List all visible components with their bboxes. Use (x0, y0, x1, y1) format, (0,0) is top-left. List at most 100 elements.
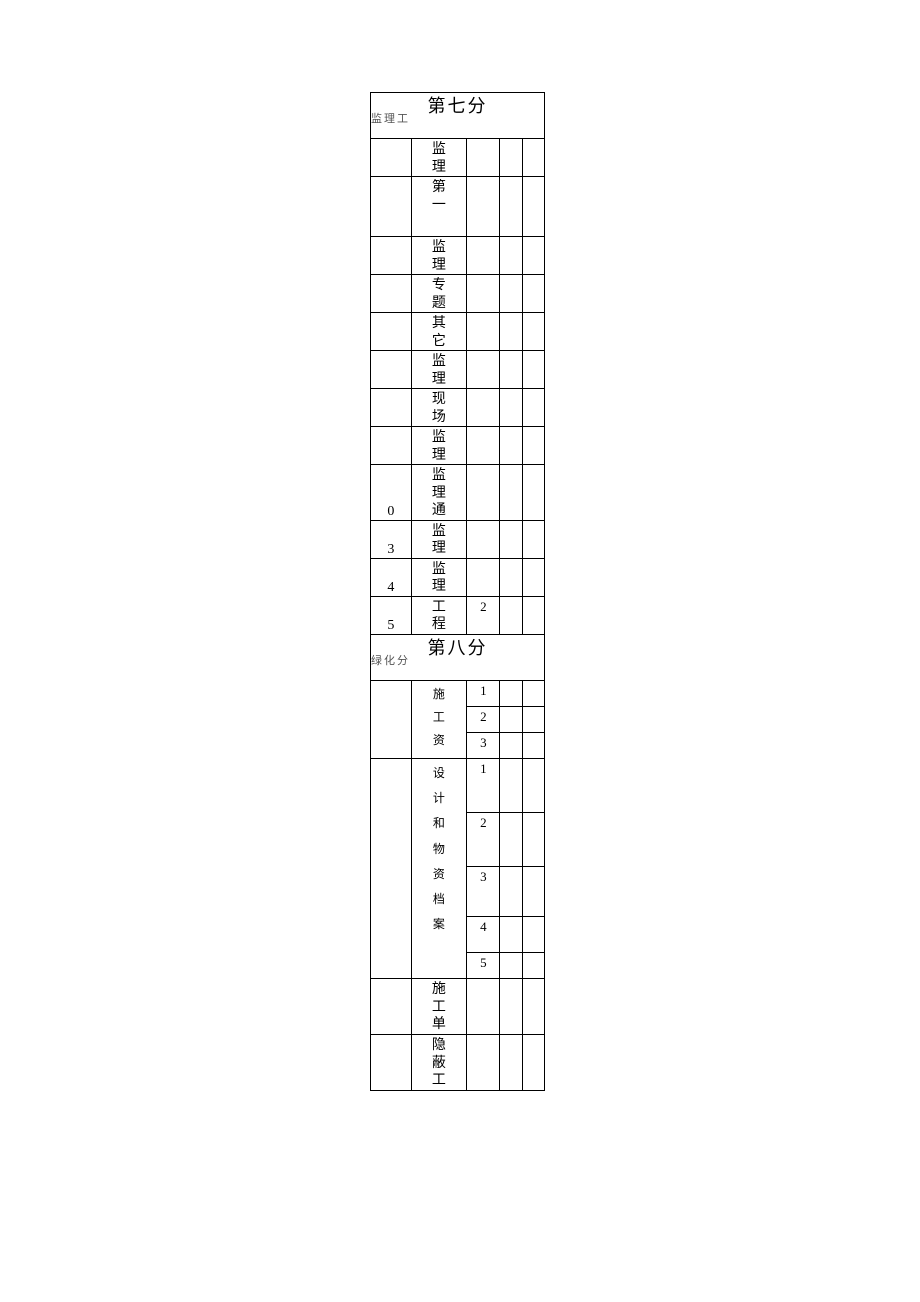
row-empty (500, 465, 522, 521)
row-empty (500, 389, 522, 427)
group-label: 施工资 (411, 681, 466, 759)
table-row: 专题 (371, 275, 545, 313)
row-label: 隐蔽工 (411, 1035, 466, 1091)
row-label: 监理 (411, 139, 466, 177)
row-empty (522, 237, 544, 275)
row-label: 第一 (411, 177, 466, 237)
row-empty (500, 596, 522, 634)
sub-num: 3 (467, 733, 500, 759)
row-num (371, 427, 412, 465)
table-row: 3 监理 (371, 520, 545, 558)
row-empty (500, 1035, 522, 1091)
row-empty (500, 351, 522, 389)
row-num (371, 275, 412, 313)
section-7-header-row: 第七分 监理工 (371, 93, 545, 139)
row-empty (522, 681, 544, 707)
table-row: 施工资 1 (371, 681, 545, 707)
row-empty (522, 1035, 544, 1091)
row-empty (522, 275, 544, 313)
row-num (371, 759, 412, 979)
row-empty (522, 389, 544, 427)
table-row: 监理 (371, 237, 545, 275)
table-row: 监理 (371, 351, 545, 389)
sub-num: 4 (467, 917, 500, 953)
row-num (371, 389, 412, 427)
row-sub: 2 (467, 596, 500, 634)
row-num (371, 313, 412, 351)
row-label: 监理通 (411, 465, 466, 521)
table-row: 0 监理通 (371, 465, 545, 521)
document-table-container: 第七分 监理工 监理 第一 监理 专题 (370, 92, 545, 1091)
row-empty (500, 953, 522, 979)
row-empty (522, 520, 544, 558)
row-num (371, 979, 412, 1035)
row-sub (467, 558, 500, 596)
row-empty (500, 139, 522, 177)
row-label: 其它 (411, 313, 466, 351)
table-row: 4 监理 (371, 558, 545, 596)
row-label: 现场 (411, 389, 466, 427)
sub-num: 1 (467, 681, 500, 707)
table-row: 设计和物资档案 1 (371, 759, 545, 813)
sub-num: 5 (467, 953, 500, 979)
row-empty (522, 733, 544, 759)
section-8-subtitle-text: 绿化分 (371, 654, 410, 668)
row-sub (467, 1035, 500, 1091)
row-empty (522, 139, 544, 177)
row-num (371, 237, 412, 275)
row-empty (500, 979, 522, 1035)
row-empty (522, 596, 544, 634)
row-label: 工程 (411, 596, 466, 634)
row-empty (500, 917, 522, 953)
row-empty (522, 427, 544, 465)
row-sub (467, 465, 500, 521)
row-label: 监理 (411, 558, 466, 596)
sub-num: 2 (467, 707, 500, 733)
group-label: 设计和物资档案 (411, 759, 466, 979)
section-7-table: 第七分 监理工 监理 第一 监理 专题 (370, 92, 545, 635)
section-8-header-row: 第八分 绿化分 (371, 635, 545, 681)
row-empty (500, 681, 522, 707)
row-empty (522, 917, 544, 953)
row-num: 5 (371, 596, 412, 634)
row-empty (500, 520, 522, 558)
section-7-subtitle-text: 监理工 (371, 112, 410, 126)
section-8-table: 第八分 绿化分 施工资 1 2 3 设计和物资档案 1 (370, 635, 545, 1092)
row-empty (500, 867, 522, 917)
row-sub (467, 139, 500, 177)
row-label: 专题 (411, 275, 466, 313)
row-empty (522, 558, 544, 596)
sub-num: 2 (467, 813, 500, 867)
row-empty (500, 177, 522, 237)
table-row: 隐蔽工 (371, 1035, 545, 1091)
row-empty (500, 707, 522, 733)
row-num: 0 (371, 465, 412, 521)
row-label: 监理 (411, 237, 466, 275)
row-empty (500, 237, 522, 275)
row-empty (522, 465, 544, 521)
sub-num: 1 (467, 759, 500, 813)
row-sub (467, 351, 500, 389)
table-row: 施工单 (371, 979, 545, 1035)
row-num (371, 1035, 412, 1091)
row-sub (467, 313, 500, 351)
row-num (371, 139, 412, 177)
row-empty (522, 759, 544, 813)
row-num: 4 (371, 558, 412, 596)
row-sub (467, 177, 500, 237)
table-row: 监理 (371, 427, 545, 465)
row-empty (500, 558, 522, 596)
row-empty (522, 979, 544, 1035)
row-empty (500, 759, 522, 813)
row-empty (500, 313, 522, 351)
row-sub (467, 275, 500, 313)
section-8-title: 第八分 绿化分 (371, 635, 545, 681)
row-empty (522, 351, 544, 389)
row-empty (522, 707, 544, 733)
row-num (371, 177, 412, 237)
row-label: 监理 (411, 427, 466, 465)
row-sub (467, 427, 500, 465)
row-sub (467, 237, 500, 275)
row-sub (467, 979, 500, 1035)
row-num: 3 (371, 520, 412, 558)
